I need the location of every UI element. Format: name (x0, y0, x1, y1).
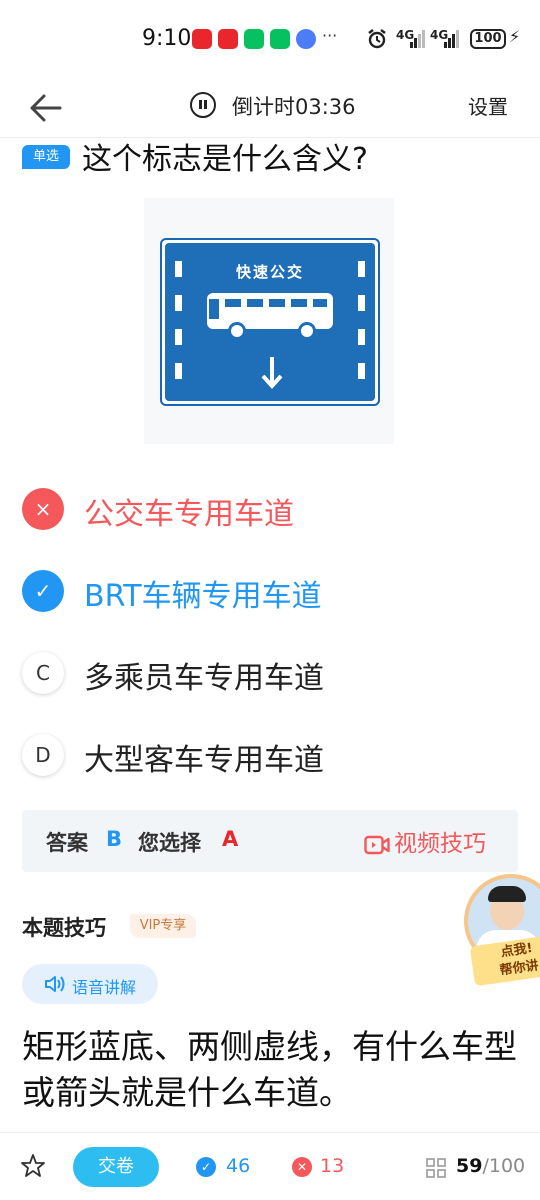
pause-icon[interactable] (190, 92, 216, 118)
settings-button[interactable]: 设置 (468, 91, 508, 120)
answer-label: 答案 (46, 831, 88, 855)
star-icon[interactable] (20, 1153, 46, 1179)
chosen-label: 您选择 (138, 831, 201, 855)
answer-bar: 答案 B 您选择 A 视频技巧 (22, 810, 518, 872)
speaker-icon (45, 976, 65, 992)
submit-button[interactable]: 交卷 (73, 1147, 159, 1187)
tip-title: 本题技巧 (22, 916, 106, 940)
correct-count-icon: ✓ (196, 1157, 216, 1177)
check-mark-icon: ✓ (22, 570, 64, 612)
status-time: 9:10 (142, 26, 192, 51)
option-label: 大型客车专用车道 (84, 743, 324, 778)
correct-count: 46 (226, 1155, 251, 1177)
option-c[interactable]: C 多乘员车专用车道 (22, 649, 502, 699)
option-label: 多乘员车专用车道 (84, 661, 324, 696)
sign-title: 快速公交 (235, 263, 304, 281)
question-text: 这个标志是什么含义? (82, 142, 368, 177)
alarm-icon (368, 29, 386, 49)
option-a[interactable]: × 公交车专用车道 (22, 485, 502, 535)
wechat-icon (244, 29, 264, 49)
wrong-mark-icon: × (22, 488, 64, 530)
video-tip-label: 视频技巧 (394, 831, 486, 857)
option-letter: C (22, 652, 64, 694)
option-b[interactable]: ✓ BRT车辆专用车道 (22, 567, 502, 617)
app-icon-1 (192, 29, 212, 49)
app-icon-2 (218, 29, 238, 49)
back-arrow-icon[interactable] (26, 90, 66, 126)
brt-lane-sign: 快速公交 (160, 238, 380, 406)
voice-explain-label: 语音讲解 (72, 978, 137, 997)
wechat-icon-2 (270, 29, 290, 49)
down-arrow-icon (261, 357, 283, 389)
charging-icon: ⚡ (509, 27, 521, 46)
signal-bars-icon-1 (410, 30, 425, 48)
video-tip-button[interactable]: 视频技巧 (364, 824, 486, 857)
option-letter: D (22, 734, 64, 776)
video-icon (364, 835, 390, 854)
top-nav: 倒计时03:36 设置 (0, 80, 540, 138)
vip-badge: VIP专享 (130, 914, 196, 938)
signal-bars-icon-2 (444, 30, 459, 48)
wrong-count-icon: ✕ (292, 1157, 312, 1177)
option-d[interactable]: D 大型客车专用车道 (22, 731, 502, 781)
question-progress[interactable]: 59/100 (456, 1155, 525, 1177)
music-icon (296, 29, 316, 49)
more-notifications-icon: ··· (322, 26, 338, 45)
option-label: 公交车专用车道 (84, 497, 294, 532)
current-question: 59 (456, 1155, 483, 1177)
total-questions: /100 (482, 1155, 526, 1177)
countdown-timer: 倒计时03:36 (232, 95, 356, 119)
question-image: 快速公交 (144, 198, 394, 444)
chosen-value: A (222, 827, 239, 851)
question-type-badge: 单选 (22, 145, 70, 169)
teacher-help-button[interactable]: 点我! 帮你讲 (464, 874, 540, 987)
question-grid-icon[interactable] (426, 1158, 446, 1178)
bottom-bar: 交卷 ✓ 46 ✕ 13 59/100 (0, 1132, 540, 1200)
tip-body: 矩形蓝底、两侧虚线，有什么车型或箭头就是什么车道。 (22, 1027, 517, 1112)
bus-icon (207, 293, 333, 340)
option-label: BRT车辆专用车道 (84, 579, 322, 614)
status-bar: 9:10 ··· 4G 4G 100 ⚡ (0, 0, 540, 80)
wrong-count: 13 (320, 1155, 345, 1177)
voice-explain-button[interactable]: 语音讲解 (22, 964, 158, 1004)
answer-value: B (106, 827, 123, 851)
battery-icon: 100 (470, 29, 506, 49)
